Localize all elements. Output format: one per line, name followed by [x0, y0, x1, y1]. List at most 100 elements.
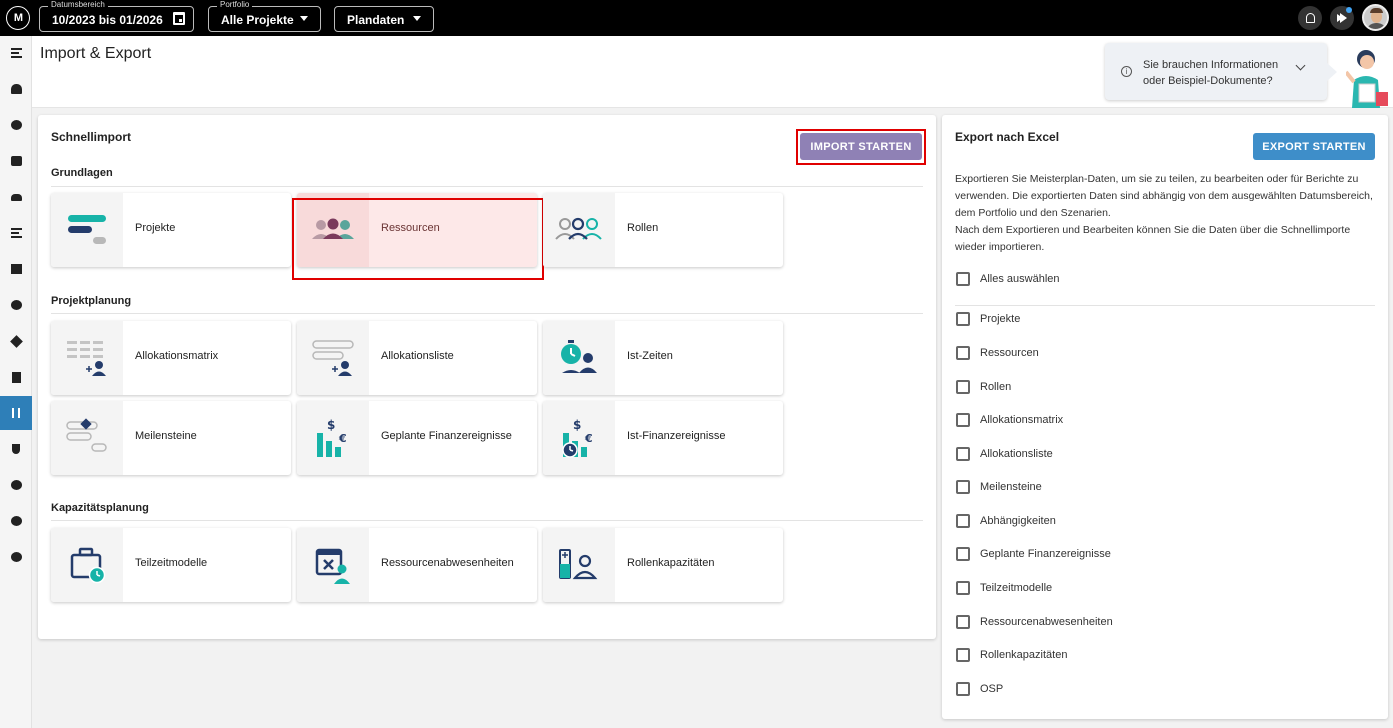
tile-geplante-finanzereignisse[interactable]: $ € Geplante Finanzereignisse — [297, 401, 537, 475]
tile-rollen[interactable]: Rollen — [543, 193, 783, 267]
checkbox[interactable] — [956, 272, 970, 286]
tile-allokationsliste[interactable]: Allokationsliste — [297, 321, 537, 395]
export-item-osp[interactable]: OSP — [956, 681, 1003, 697]
sidebar-item-settings[interactable] — [0, 468, 32, 502]
checkbox[interactable] — [956, 648, 970, 662]
export-item-projekte[interactable]: Projekte — [956, 311, 1020, 327]
checkbox[interactable] — [956, 380, 970, 394]
start-export-button[interactable]: EXPORT STARTEN — [1253, 133, 1375, 160]
list-icon — [10, 228, 22, 238]
export-item-allokationsliste[interactable]: Allokationsliste — [956, 446, 1053, 462]
checkbox[interactable] — [956, 480, 970, 494]
sidebar-item-contacts[interactable] — [0, 144, 32, 178]
data-type-select[interactable]: Plandaten — [334, 6, 434, 32]
tile-ist-zeiten[interactable]: Ist-Zeiten — [543, 321, 783, 395]
tile-label: Allokationsliste — [381, 350, 454, 362]
section-label-project-planning: Projektplanung — [51, 295, 132, 307]
calendar-icon[interactable] — [173, 12, 185, 25]
export-item-teilzeitmodelle[interactable]: Teilzeitmodelle — [956, 580, 1052, 596]
import-export-icon — [12, 408, 20, 418]
export-item-allokationsmatrix[interactable]: Allokationsmatrix — [956, 412, 1063, 428]
checkbox[interactable] — [956, 547, 970, 561]
resource-icon — [10, 84, 22, 94]
checkbox-label: Ressourcenabwesenheiten — [980, 616, 1113, 628]
export-item-ressourcenabwesenheiten[interactable]: Ressourcenabwesenheiten — [956, 614, 1113, 630]
checkbox-label: Teilzeitmodelle — [980, 582, 1053, 594]
date-range-value: 10/2023 bis 01/2026 — [52, 13, 163, 27]
tile-projekte[interactable]: Projekte — [51, 193, 291, 267]
tile-label: Ressourcenabwesenheiten — [381, 557, 514, 569]
checkbox[interactable] — [956, 413, 970, 427]
export-item-geplante-finanzereignisse[interactable]: Geplante Finanzereignisse — [956, 546, 1111, 562]
excel-export-panel: Export nach Excel EXPORT STARTEN Exporti… — [942, 115, 1388, 719]
sidebar-item-menu[interactable] — [0, 36, 32, 70]
tile-meilensteine[interactable]: Meilensteine — [51, 401, 291, 475]
sidebar-item-target[interactable] — [0, 288, 32, 322]
tile-rollenkapazitaeten[interactable]: Rollenkapazitäten — [543, 528, 783, 602]
tile-teilzeitmodelle[interactable]: Teilzeitmodelle — [51, 528, 291, 602]
portfolio-select[interactable]: Portfolio Alle Projekte — [208, 0, 321, 32]
tile-ist-finanzereignisse[interactable]: $ € Ist-Finanzereignisse — [543, 401, 783, 475]
announcements-button[interactable] — [1330, 6, 1354, 30]
section-divider — [51, 313, 923, 314]
checkbox[interactable] — [956, 581, 970, 595]
sidebar-item-people[interactable] — [0, 180, 32, 214]
speech-tail — [1327, 63, 1337, 81]
date-range-field[interactable]: Datumsbereich 10/2023 bis 01/2026 — [39, 0, 194, 32]
export-item-rollenkapazitaeten[interactable]: Rollenkapazitäten — [956, 647, 1067, 663]
export-description: Exportieren Sie Meisterplan-Daten, um si… — [955, 171, 1380, 256]
info-icon: i — [1121, 66, 1132, 77]
select-all-checkbox[interactable]: Alles auswählen — [956, 271, 1060, 287]
sidebar-item-reports[interactable] — [0, 108, 32, 142]
svg-text:$: $ — [327, 418, 335, 432]
notifications-button[interactable] — [1298, 6, 1322, 30]
compass-icon — [10, 552, 22, 562]
sidebar-item-list[interactable] — [0, 216, 32, 250]
checkbox-label: Rollen — [980, 381, 1012, 393]
actual-times-icon — [561, 340, 597, 373]
tile-label: Meilensteine — [135, 430, 197, 442]
allocation-matrix-icon — [67, 341, 106, 376]
checkbox[interactable] — [956, 346, 970, 360]
sidebar-item-documents[interactable] — [0, 360, 32, 394]
export-item-meilensteine[interactable]: Meilensteine — [956, 479, 1042, 495]
app-logo[interactable]: M — [6, 6, 30, 30]
export-item-rollen[interactable]: Rollen — [956, 379, 1011, 395]
export-divider — [955, 305, 1375, 306]
sidebar-item-resources[interactable] — [0, 72, 32, 106]
sidebar-item-help[interactable] — [0, 504, 32, 538]
checkbox-label: Ressourcen — [980, 347, 1039, 359]
sidebar-item-explore[interactable] — [0, 540, 32, 574]
date-range-label: Datumsbereich — [48, 0, 108, 10]
avatar[interactable] — [1362, 4, 1389, 31]
checkbox-label: Allokationsmatrix — [980, 414, 1064, 426]
target-icon — [10, 300, 22, 310]
tile-allokationsmatrix[interactable]: Allokationsmatrix — [51, 321, 291, 395]
info-dropdown[interactable]: i Sie brauchen Informationen oder Beispi… — [1105, 43, 1327, 100]
sidebar-item-direction[interactable] — [0, 324, 32, 358]
checkbox[interactable] — [956, 312, 970, 326]
gear-icon — [10, 480, 22, 490]
export-description-main: Exportieren Sie Meisterplan-Daten, um si… — [955, 173, 1373, 219]
checkbox[interactable] — [956, 514, 970, 528]
checkbox[interactable] — [956, 447, 970, 461]
menu-icon — [10, 48, 22, 58]
svg-text:€: € — [338, 432, 347, 445]
start-import-button[interactable]: IMPORT STARTEN — [800, 133, 922, 160]
sidebar-item-board[interactable] — [0, 252, 32, 286]
checkbox[interactable] — [956, 615, 970, 629]
export-item-ressourcen[interactable]: Ressourcen — [956, 345, 1039, 361]
section-divider — [51, 186, 923, 187]
sidebar-item-import-export[interactable] — [0, 396, 32, 430]
checkbox[interactable] — [956, 682, 970, 696]
chevron-down-icon — [300, 16, 308, 21]
portfolio-label: Portfolio — [217, 0, 253, 10]
export-item-abhaengigkeiten[interactable]: Abhängigkeiten — [956, 513, 1056, 529]
sidebar — [0, 36, 32, 728]
svg-text:$: $ — [573, 418, 581, 432]
sidebar-item-integrations[interactable] — [0, 432, 32, 466]
tile-ressourcenabwesenheiten[interactable]: Ressourcenabwesenheiten — [297, 528, 537, 602]
tile-label: Allokationsmatrix — [135, 350, 219, 362]
unread-badge — [1346, 7, 1352, 13]
helper-illustration-icon — [1346, 50, 1388, 108]
